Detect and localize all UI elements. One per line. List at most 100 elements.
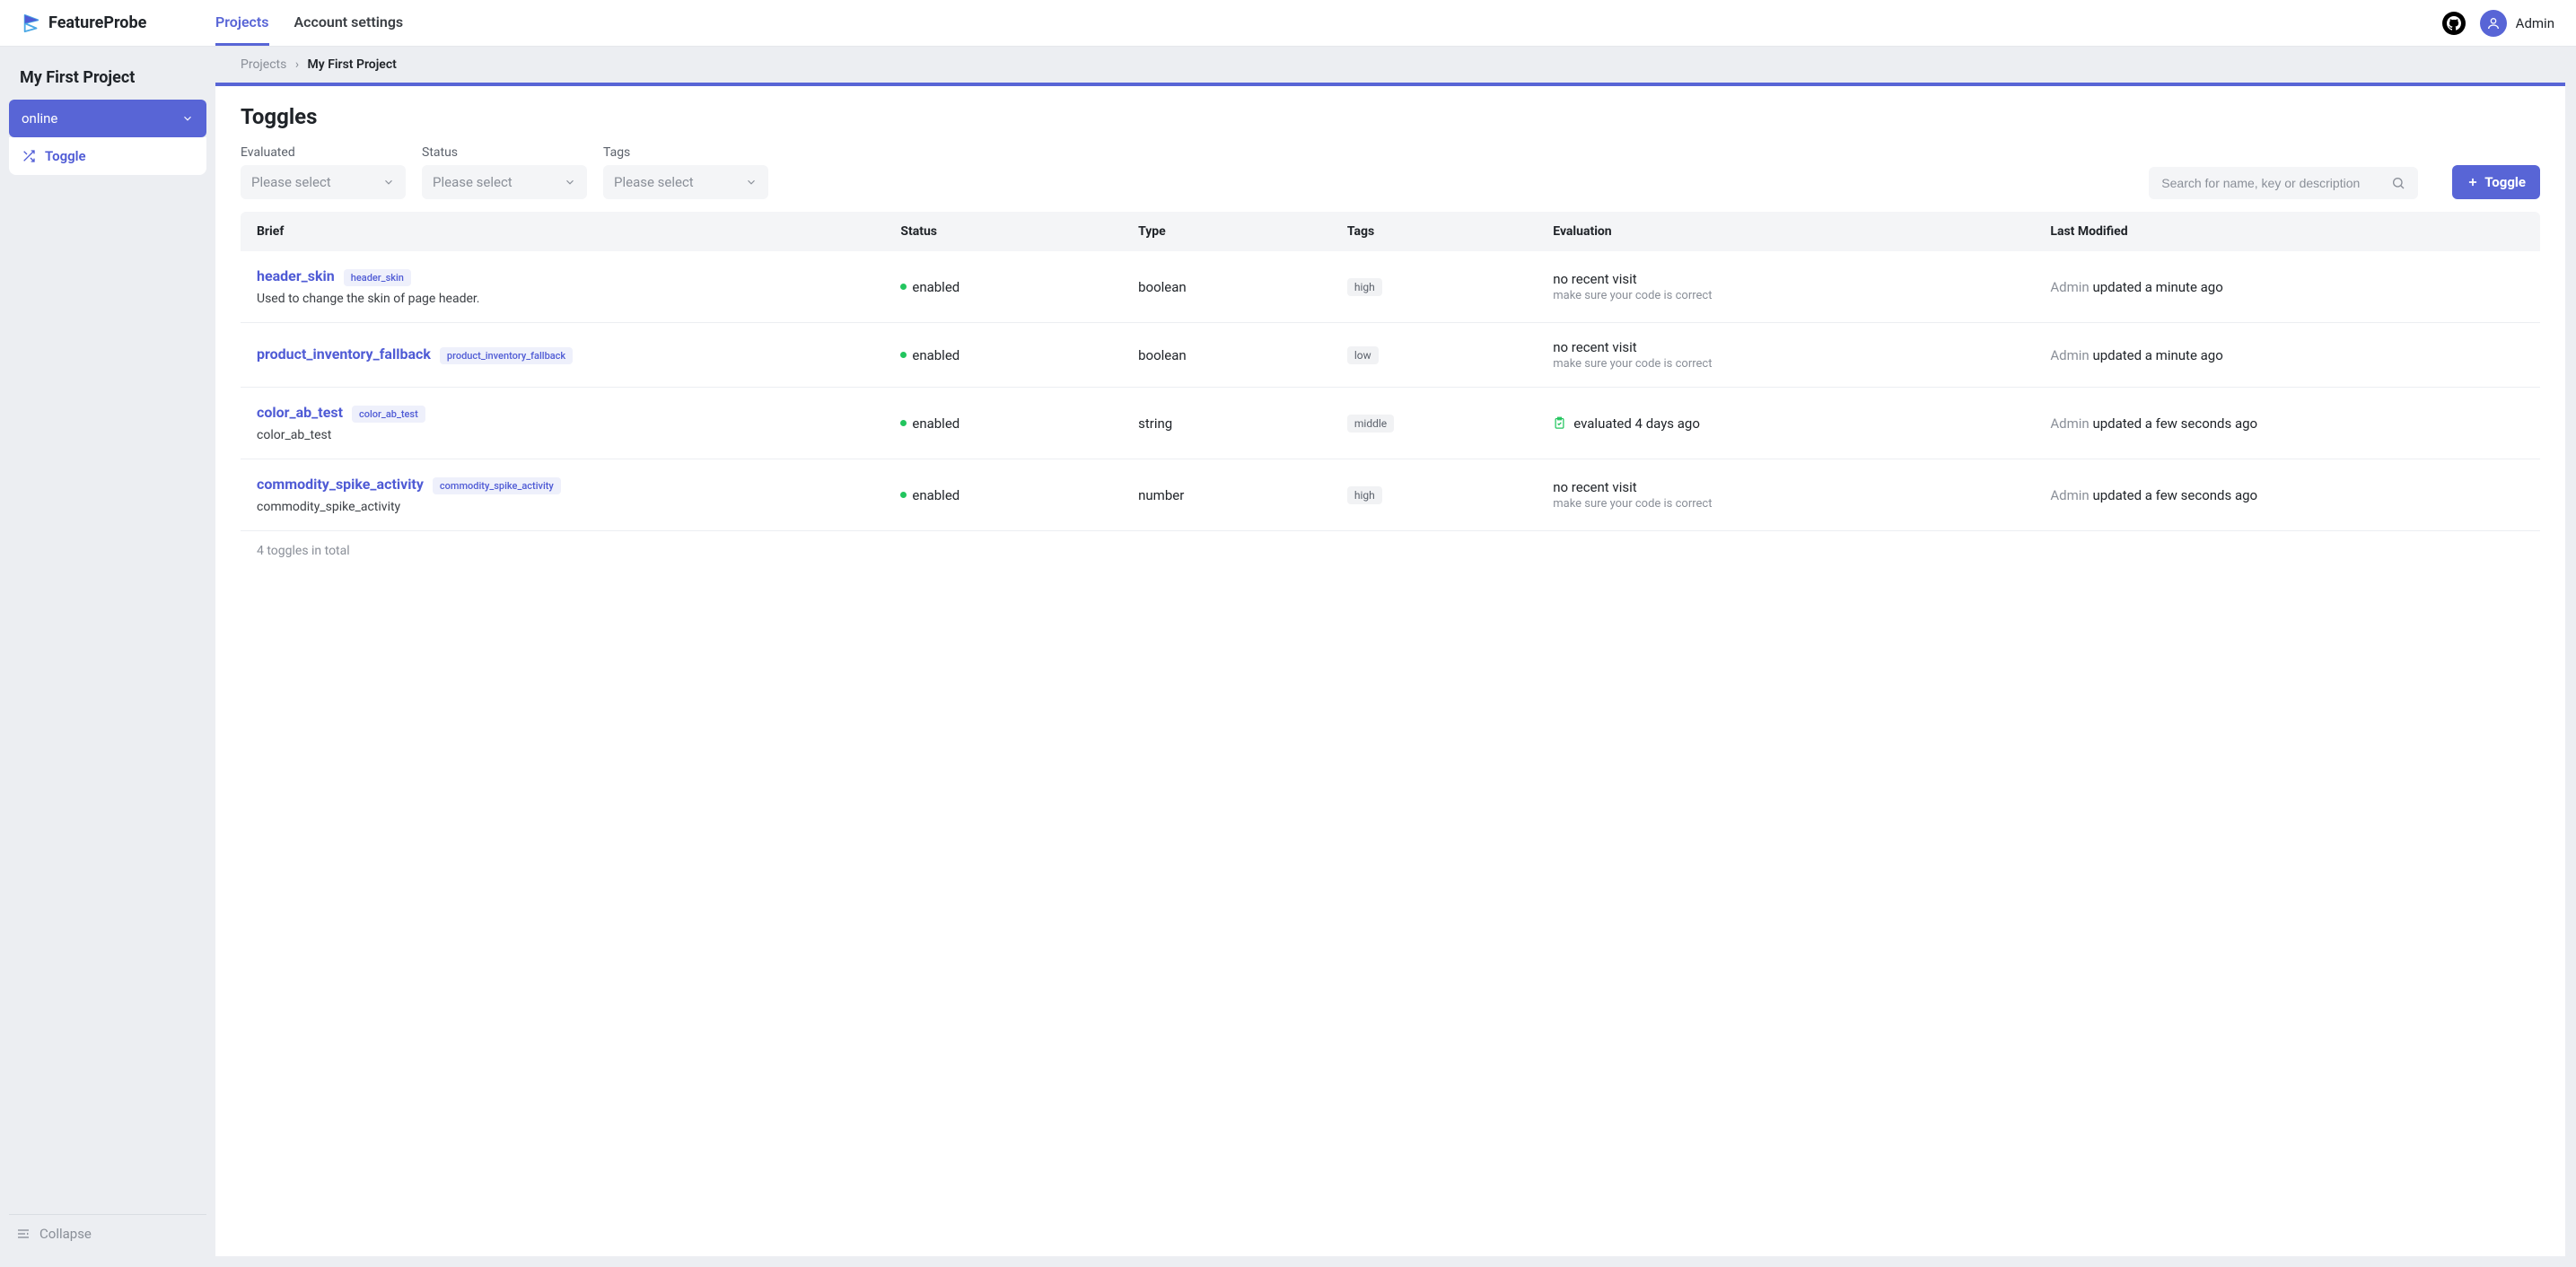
filter-label-evaluated: Evaluated bbox=[241, 145, 406, 160]
status-text: enabled bbox=[912, 415, 959, 432]
eval-sub: make sure your code is correct bbox=[1553, 289, 2018, 302]
toggle-key-badge[interactable]: product_inventory_fallback bbox=[440, 347, 573, 364]
search-box[interactable] bbox=[2149, 167, 2418, 199]
eval-sub: make sure your code is correct bbox=[1553, 497, 2018, 511]
table-row[interactable]: product_inventory_fallback product_invent… bbox=[241, 323, 2540, 388]
eval-main: no recent visit bbox=[1553, 271, 2018, 287]
status-cell: enabled bbox=[900, 279, 1106, 295]
tag-pill: middle bbox=[1347, 415, 1394, 433]
toggle-desc: commodity_spike_activity bbox=[257, 500, 868, 514]
type-cell: string bbox=[1122, 388, 1331, 459]
add-toggle-label: Toggle bbox=[2484, 174, 2526, 190]
eval-main: evaluated 4 days ago bbox=[1553, 415, 2018, 432]
table-row[interactable]: commodity_spike_activity commodity_spike_… bbox=[241, 459, 2540, 531]
toggles-table: Brief Status Type Tags Evaluation Last M… bbox=[241, 212, 2540, 531]
sidebar-project-title: My First Project bbox=[9, 61, 206, 100]
status-select[interactable]: Please select bbox=[422, 165, 587, 199]
search-input[interactable] bbox=[2161, 176, 2382, 190]
modified-user: Admin bbox=[2050, 415, 2089, 432]
nav-projects[interactable]: Projects bbox=[215, 0, 269, 46]
status-text: enabled bbox=[912, 347, 959, 363]
shuffle-icon bbox=[22, 149, 36, 163]
col-brief: Brief bbox=[241, 212, 884, 251]
col-status: Status bbox=[884, 212, 1122, 251]
toggle-key-badge[interactable]: header_skin bbox=[344, 269, 411, 286]
table-row[interactable]: color_ab_testcolor_ab_testcolor_ab_teste… bbox=[241, 388, 2540, 459]
evaluated-select-value: Please select bbox=[251, 174, 331, 190]
totals-text: 4 toggles in total bbox=[241, 531, 2540, 571]
status-text: enabled bbox=[912, 279, 959, 295]
content-card: Toggles Evaluated Please select Status P… bbox=[215, 83, 2565, 1256]
toggle-desc: color_ab_test bbox=[257, 428, 868, 442]
col-evaluation: Evaluation bbox=[1537, 212, 2034, 251]
environment-dropdown[interactable]: online bbox=[9, 100, 206, 137]
filter-label-tags: Tags bbox=[603, 145, 768, 160]
toggle-key-badge[interactable]: color_ab_test bbox=[352, 406, 425, 423]
breadcrumb: Projects › My First Project bbox=[215, 47, 2576, 83]
chevron-right-icon: › bbox=[295, 57, 299, 72]
logo[interactable]: FeatureProbe bbox=[22, 13, 215, 33]
main: Projects › My First Project Toggles Eval… bbox=[215, 47, 2576, 1267]
collapse-icon bbox=[16, 1227, 31, 1241]
evaluated-select[interactable]: Please select bbox=[241, 165, 406, 199]
breadcrumb-current: My First Project bbox=[308, 57, 397, 72]
toggle-name[interactable]: color_ab_test bbox=[257, 404, 343, 421]
logo-icon bbox=[22, 13, 41, 33]
eval-main: no recent visit bbox=[1553, 479, 2018, 495]
plus-icon bbox=[2466, 176, 2479, 188]
sidebar-link-toggle[interactable]: Toggle bbox=[9, 137, 206, 175]
type-cell: number bbox=[1122, 459, 1331, 531]
status-dot-icon bbox=[900, 420, 907, 426]
nav-account-settings[interactable]: Account settings bbox=[294, 0, 404, 46]
modified-text: updated a minute ago bbox=[2092, 347, 2222, 363]
search-icon bbox=[2391, 176, 2405, 190]
sidebar: My First Project online Toggle Collapse bbox=[0, 47, 215, 1267]
toggle-name[interactable]: product_inventory_fallback bbox=[257, 345, 431, 363]
modified-user: Admin bbox=[2050, 487, 2089, 503]
status-cell: enabled bbox=[900, 415, 1106, 432]
toggle-name[interactable]: commodity_spike_activity bbox=[257, 476, 424, 493]
eval-sub: make sure your code is correct bbox=[1553, 357, 2018, 371]
tag-pill: high bbox=[1347, 486, 1382, 504]
chevron-down-icon bbox=[745, 176, 758, 188]
status-text: enabled bbox=[912, 487, 959, 503]
add-toggle-button[interactable]: Toggle bbox=[2452, 165, 2540, 199]
modified-user: Admin bbox=[2050, 347, 2089, 363]
page-title: Toggles bbox=[241, 104, 2540, 129]
col-tags: Tags bbox=[1331, 212, 1537, 251]
top-nav: Projects Account settings bbox=[215, 0, 403, 46]
status-dot-icon bbox=[900, 492, 907, 498]
tags-select-value: Please select bbox=[614, 174, 694, 190]
logo-text: FeatureProbe bbox=[48, 13, 146, 32]
chevron-down-icon bbox=[382, 176, 395, 188]
sidebar-link-label: Toggle bbox=[45, 148, 86, 164]
type-cell: boolean bbox=[1122, 251, 1331, 323]
status-cell: enabled bbox=[900, 347, 1106, 363]
toggle-name[interactable]: header_skin bbox=[257, 267, 335, 284]
user-name[interactable]: Admin bbox=[2516, 15, 2554, 31]
clipboard-check-icon bbox=[1553, 416, 1566, 430]
status-cell: enabled bbox=[900, 487, 1106, 503]
table-row[interactable]: header_skinheader_skinUsed to change the… bbox=[241, 251, 2540, 323]
tag-pill: high bbox=[1347, 278, 1382, 296]
breadcrumb-projects[interactable]: Projects bbox=[241, 57, 286, 72]
github-icon[interactable] bbox=[2442, 12, 2466, 35]
status-select-value: Please select bbox=[433, 174, 513, 190]
col-modified: Last Modified bbox=[2034, 212, 2540, 251]
modified-text: updated a few seconds ago bbox=[2092, 415, 2257, 432]
user-avatar[interactable] bbox=[2480, 10, 2507, 37]
col-type: Type bbox=[1122, 212, 1331, 251]
eval-main: no recent visit bbox=[1553, 339, 2018, 355]
toggle-key-badge[interactable]: commodity_spike_activity bbox=[433, 477, 561, 494]
status-dot-icon bbox=[900, 284, 907, 290]
filter-label-status: Status bbox=[422, 145, 587, 160]
collapse-button[interactable]: Collapse bbox=[16, 1226, 199, 1242]
chevron-down-icon bbox=[564, 176, 576, 188]
filter-row: Evaluated Please select Status Please se… bbox=[241, 145, 2540, 199]
type-cell: boolean bbox=[1122, 323, 1331, 388]
modified-text: updated a minute ago bbox=[2092, 279, 2222, 295]
tag-pill: low bbox=[1347, 346, 1379, 364]
tags-select[interactable]: Please select bbox=[603, 165, 768, 199]
status-dot-icon bbox=[900, 352, 907, 358]
chevron-down-icon bbox=[181, 112, 194, 125]
